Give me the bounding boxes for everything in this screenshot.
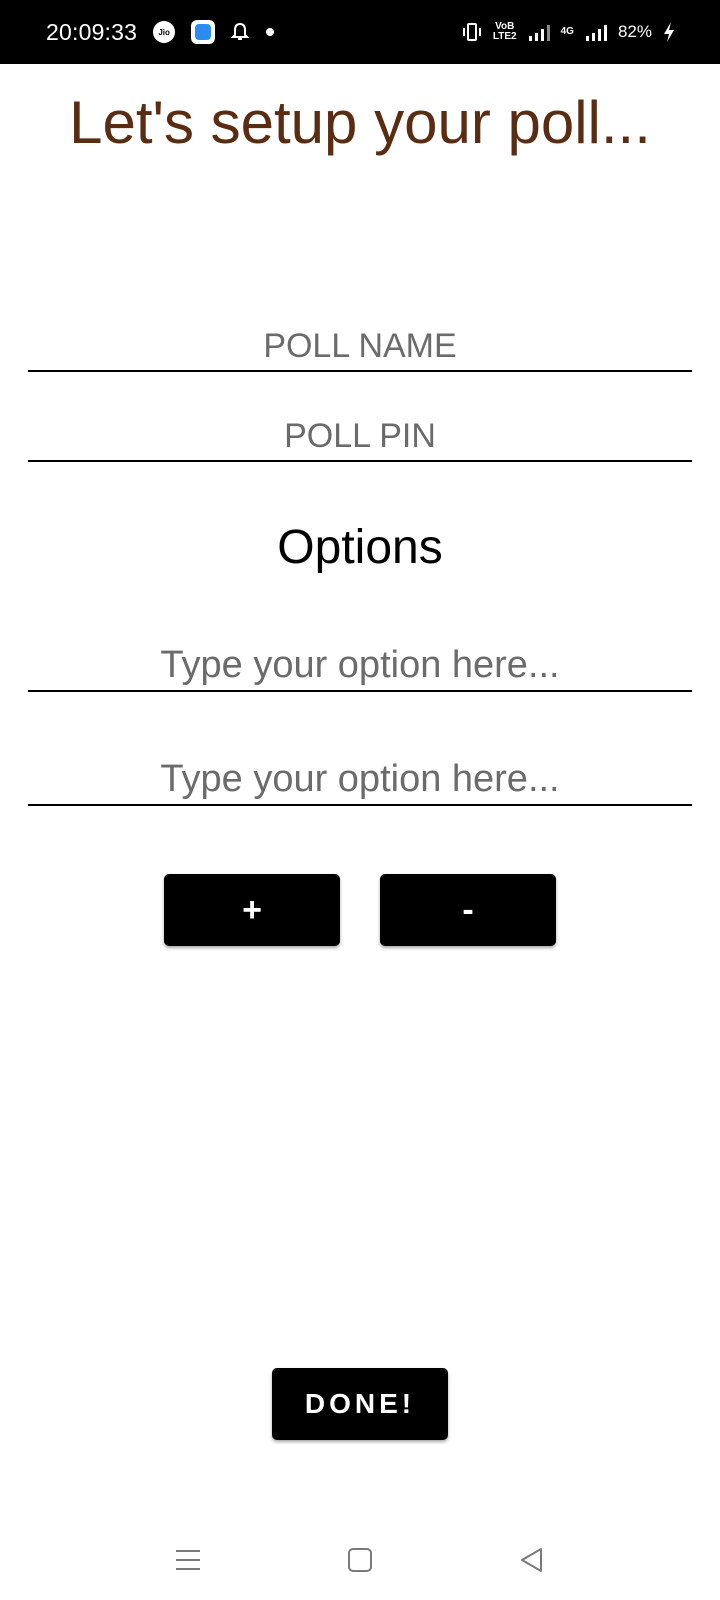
- poll-pin-field-wrapper: [28, 412, 692, 462]
- home-icon[interactable]: [340, 1540, 380, 1580]
- signal-icon: [527, 22, 551, 42]
- option-field-wrapper: [28, 742, 692, 816]
- jio-icon: Jio: [153, 21, 176, 43]
- done-button[interactable]: DONE!: [272, 1368, 448, 1440]
- remove-option-button[interactable]: -: [380, 874, 556, 946]
- poll-name-field-wrapper: [28, 322, 692, 372]
- navigation-bar: [0, 1520, 720, 1600]
- signal-icon: [584, 22, 608, 42]
- dot-icon: [265, 27, 275, 37]
- battery-level: 82%: [617, 22, 652, 41]
- menu-icon[interactable]: [168, 1540, 208, 1580]
- app-icon: [191, 20, 216, 44]
- status-right: VoB LTE2 4G 82%: [461, 21, 676, 43]
- option-field-wrapper: [28, 628, 692, 702]
- vibrate-icon: [461, 21, 483, 43]
- option-input-1[interactable]: [28, 628, 692, 702]
- poll-pin-input[interactable]: [28, 412, 692, 460]
- options-heading: Options: [277, 521, 443, 574]
- status-time: 20:09:33: [46, 18, 138, 45]
- page-title: Let's setup your poll...: [69, 89, 651, 156]
- status-bar: 20:09:33 Jio VoB LTE2 4G 82%: [0, 0, 720, 64]
- network-type: VoB LTE2: [493, 22, 517, 42]
- network-bottom: LTE2: [492, 31, 517, 42]
- bell-icon: [231, 22, 250, 42]
- back-icon[interactable]: [512, 1540, 552, 1580]
- add-option-button[interactable]: +: [164, 874, 340, 946]
- status-left: 20:09:33 Jio: [46, 19, 275, 46]
- signal-label: 4G: [560, 26, 574, 37]
- poll-name-input[interactable]: [28, 322, 692, 370]
- option-input-2[interactable]: [28, 742, 692, 816]
- charging-icon: [662, 21, 676, 43]
